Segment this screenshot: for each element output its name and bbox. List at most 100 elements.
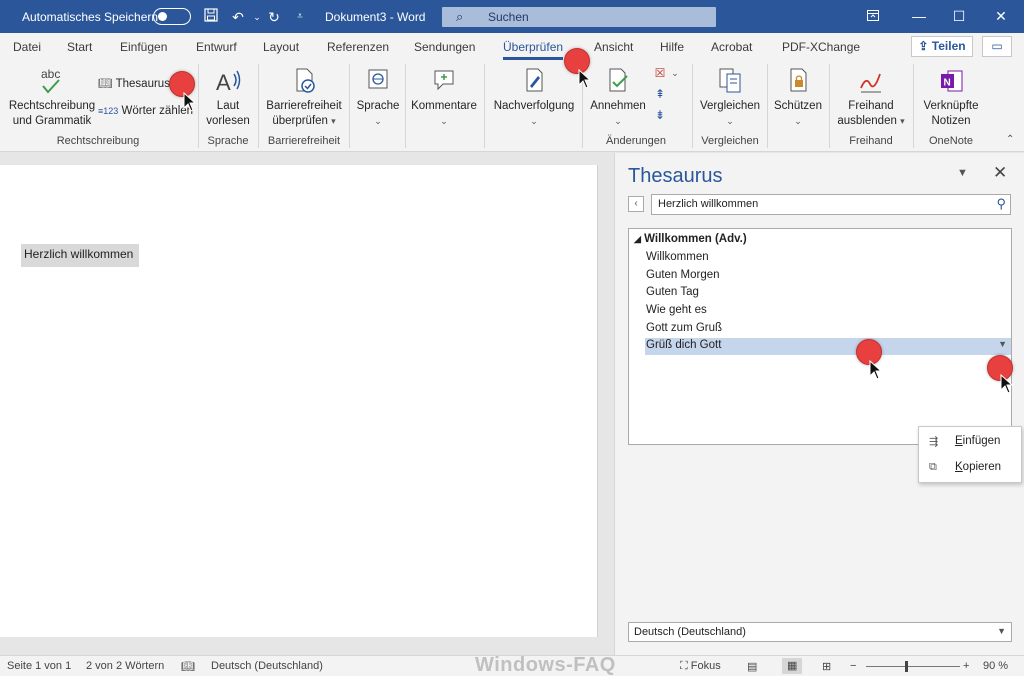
chevron-down-icon: ▼ xyxy=(997,626,1006,636)
results-heading[interactable]: ◢ Willkommen (Adv.) xyxy=(634,233,747,245)
group-label-speech: Sprache xyxy=(207,135,249,147)
search-icon: ⌕ xyxy=(456,9,464,24)
onenote-label-2: Notizen xyxy=(931,115,971,127)
accessibility-check-button[interactable]: Barrierefreiheit überprüfen ▾ xyxy=(262,66,346,129)
close-window-icon[interactable]: ✕ xyxy=(978,0,1024,33)
language-label: Sprache xyxy=(356,100,400,112)
ribbon-display-options-icon[interactable] xyxy=(850,0,896,33)
thesaurus-search-input[interactable]: Herzlich willkommen ⚲ xyxy=(651,194,1011,215)
zoom-slider[interactable] xyxy=(866,666,960,667)
previous-change-icon[interactable]: ⇞ xyxy=(651,87,669,102)
language-button[interactable]: Sprache ⌄ xyxy=(352,66,404,129)
list-item[interactable]: Gott zum Gruß xyxy=(646,322,722,334)
zoom-slider-thumb[interactable] xyxy=(905,661,908,672)
pane-options-icon[interactable]: ▼ xyxy=(957,167,968,179)
search-box[interactable]: ⌕ Suchen xyxy=(442,7,716,27)
word-count-button[interactable]: ≡123 Wörter zählen xyxy=(98,105,193,117)
comments-icon[interactable]: ▭ xyxy=(982,36,1012,57)
tab-ueberpruefen[interactable]: Überprüfen xyxy=(503,40,564,60)
undo-icon[interactable]: ↶ xyxy=(228,7,248,27)
status-bar: Seite 1 von 1 2 von 2 Wörtern 📖︎ Deutsch… xyxy=(0,654,1024,676)
redo-icon[interactable]: ↻ xyxy=(264,7,284,27)
page-count[interactable]: Seite 1 von 1 xyxy=(7,660,71,672)
tab-layout[interactable]: Layout xyxy=(263,40,299,54)
save-icon[interactable] xyxy=(201,7,221,27)
spelling-grammar-button[interactable]: abc Rechtschreibung und Grammatik xyxy=(8,66,96,129)
word-count-icon: ≡123 xyxy=(98,106,119,116)
group-label-onenote: OneNote xyxy=(928,135,974,147)
chevron-down-icon: ⌄ xyxy=(440,116,448,126)
tracking-button[interactable]: Nachverfolgung ⌄ xyxy=(488,66,580,129)
group-separator xyxy=(258,64,259,148)
maximize-icon[interactable]: ☐ xyxy=(936,0,982,33)
group-separator xyxy=(767,64,768,148)
accept-button[interactable]: Annehmen ⌄ xyxy=(588,66,648,129)
zoom-level[interactable]: 90 % xyxy=(983,660,1008,672)
tab-datei[interactable]: Datei xyxy=(13,40,41,54)
group-separator xyxy=(405,64,406,148)
tab-entwurf[interactable]: Entwurf xyxy=(196,40,237,54)
print-layout-icon[interactable]: ▦ xyxy=(782,658,802,674)
focus-button[interactable]: ⛶ Fokus xyxy=(680,660,721,673)
spelling-label-1: Rechtschreibung xyxy=(8,100,96,112)
zoom-in-icon[interactable]: + xyxy=(963,660,969,672)
list-item[interactable]: Guten Tag xyxy=(646,286,699,298)
zoom-out-icon[interactable]: − xyxy=(850,660,856,672)
toggle-knob xyxy=(158,12,167,21)
search-icon[interactable]: ⚲ xyxy=(996,196,1006,212)
comments-button[interactable]: Kommentare ⌄ xyxy=(408,66,480,129)
linked-notes-button[interactable]: N Verknüpfte Notizen xyxy=(917,66,985,129)
onenote-label-1: Verknüpfte xyxy=(923,100,979,112)
tab-sendungen[interactable]: Sendungen xyxy=(414,40,475,54)
web-layout-icon[interactable]: ⊞ xyxy=(822,660,831,673)
accept-icon xyxy=(609,68,628,92)
tab-hilfe[interactable]: Hilfe xyxy=(660,40,684,54)
collapse-ribbon-icon[interactable]: ⌃ xyxy=(1006,134,1014,145)
hide-ink-button[interactable]: Freihand ausblenden ▾ xyxy=(833,66,909,129)
customize-qat-icon[interactable]: ⩡ xyxy=(290,7,310,27)
tab-pdf-xchange[interactable]: PDF-XChange xyxy=(782,40,860,54)
language-status[interactable]: Deutsch (Deutschland) xyxy=(211,660,323,672)
thesaurus-book-icon: 📖︎ xyxy=(98,78,113,90)
word-count[interactable]: 2 von 2 Wörtern xyxy=(86,660,164,672)
pane-close-icon[interactable]: ✕ xyxy=(993,163,1007,183)
chevron-down-icon: ▾ xyxy=(900,116,905,126)
thesaurus-button[interactable]: 📖︎ Thesaurus xyxy=(98,76,170,90)
document-page[interactable]: Herzlich willkommen xyxy=(0,165,598,637)
read-aloud-button[interactable]: A Laut vorlesen xyxy=(202,66,254,129)
language-select-value: Deutsch (Deutschland) xyxy=(634,626,746,638)
compare-label: Vergleichen xyxy=(699,100,761,112)
tab-referenzen[interactable]: Referenzen xyxy=(327,40,389,54)
compare-button[interactable]: Vergleichen ⌄ xyxy=(696,66,764,129)
chevron-down-icon[interactable]: ⌄ xyxy=(670,66,680,81)
list-item[interactable]: Willkommen xyxy=(646,251,709,263)
selected-text[interactable]: Herzlich willkommen xyxy=(21,244,140,267)
autosave-toggle[interactable] xyxy=(153,8,191,25)
insert-menu-item[interactable]: ⇶ Einfügen xyxy=(919,429,1023,455)
tab-einfuegen[interactable]: Einfügen xyxy=(120,40,167,54)
copy-menu-item[interactable]: ⧉ Kopieren xyxy=(919,455,1023,481)
chevron-down-icon[interactable]: ▼ xyxy=(998,339,1007,349)
accept-label: Annehmen xyxy=(590,100,646,112)
thesaurus-language-select[interactable]: Deutsch (Deutschland) ▼ xyxy=(628,622,1012,642)
next-change-icon[interactable]: ⇟ xyxy=(651,108,669,123)
list-item-selected[interactable]: Grüß dich Gott ▼ xyxy=(645,338,1011,355)
list-item[interactable]: Wie geht es xyxy=(646,304,707,316)
list-item[interactable]: Guten Morgen xyxy=(646,269,720,281)
ink-label-2: ausblenden xyxy=(837,115,897,127)
back-icon[interactable]: ‹ xyxy=(628,196,644,212)
tab-ansicht[interactable]: Ansicht xyxy=(594,40,633,54)
share-icon: ⇪ xyxy=(918,39,929,53)
share-button[interactable]: ⇪ Teilen xyxy=(911,36,973,57)
ribbon-tabs: Datei Start Einfügen Entwurf Layout Refe… xyxy=(0,33,1024,60)
tab-acrobat[interactable]: Acrobat xyxy=(711,40,752,54)
reject-icon[interactable]: ☒ xyxy=(651,66,669,81)
tab-start[interactable]: Start xyxy=(67,40,92,54)
protect-button[interactable]: Schützen ⌄ xyxy=(770,66,826,129)
group-label-ink: Freihand xyxy=(849,135,893,147)
read-mode-icon[interactable]: ▤ xyxy=(747,660,757,673)
results-heading-text: Willkommen (Adv.) xyxy=(644,233,747,245)
title-bar: Automatisches Speichern ↶ ⌄ ↻ ⩡ Dokument… xyxy=(0,0,1024,33)
proofing-book-icon[interactable]: 📖︎ xyxy=(181,660,195,673)
group-separator xyxy=(198,64,199,148)
